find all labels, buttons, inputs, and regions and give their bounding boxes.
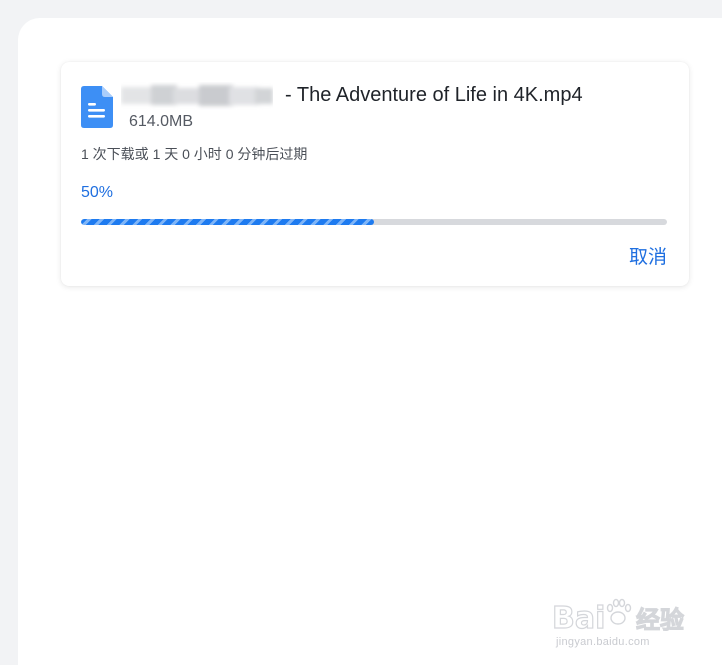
redacted-filename-prefix — [121, 85, 273, 106]
watermark-url: jingyan.baidu.com — [556, 636, 650, 648]
progress-bar-fill — [81, 219, 374, 225]
svg-text:Bai: Bai — [552, 601, 605, 636]
progress-bar — [81, 219, 667, 225]
svg-text:经验: 经验 — [636, 606, 684, 634]
download-card: - The Adventure of Life in 4K.mp4 614.0M… — [61, 62, 689, 286]
progress-percent: 50% — [81, 184, 114, 201]
cancel-button[interactable]: 取消 — [629, 242, 667, 269]
file-name: - The Adventure of Life in 4K.mp4 — [285, 84, 583, 106]
file-size: 614.0MB — [129, 113, 194, 130]
document-icon — [81, 86, 113, 128]
expiration-info: 1 次下载或 1 天 0 小时 0 分钟后过期 — [81, 146, 308, 162]
